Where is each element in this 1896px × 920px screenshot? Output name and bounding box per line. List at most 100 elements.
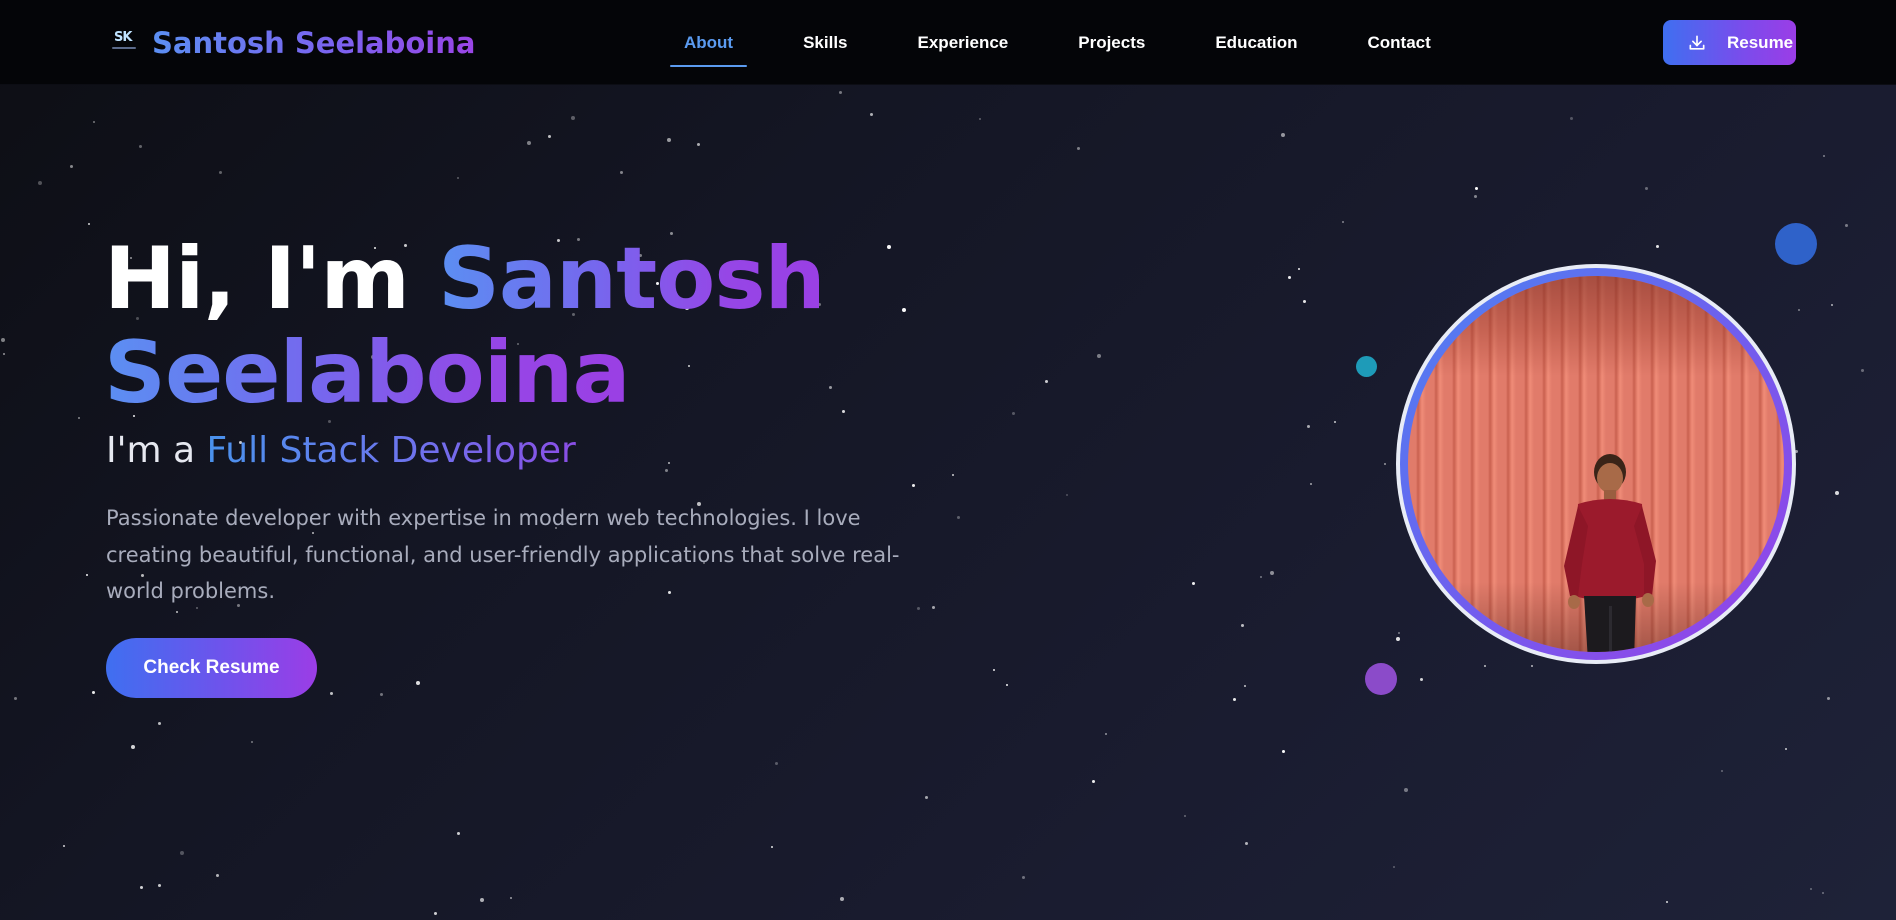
hero-sub-prefix: I'm a — [106, 430, 207, 471]
decorative-orb-teal — [1356, 356, 1377, 377]
decorative-orb-purple — [1365, 663, 1397, 695]
nav-link-education[interactable]: Education — [1201, 21, 1311, 65]
hero-first-name: Santosh — [437, 229, 826, 329]
star-dot — [1835, 491, 1839, 495]
star-dot — [480, 898, 484, 902]
brand-name: Santosh Seelaboina — [152, 26, 476, 60]
star-dot — [1823, 155, 1825, 157]
star-dot — [1798, 309, 1800, 311]
star-dot — [63, 845, 65, 847]
sk-logo-icon: SK — [110, 29, 138, 57]
star-dot — [697, 143, 700, 146]
star-dot — [1270, 571, 1274, 575]
star-dot — [840, 897, 844, 901]
star-dot — [78, 417, 80, 419]
star-dot — [1192, 582, 1195, 585]
star-dot — [912, 484, 915, 487]
star-dot — [620, 171, 623, 174]
star-dot — [1845, 224, 1848, 227]
star-dot — [1045, 380, 1048, 383]
nav-link-skills[interactable]: Skills — [789, 21, 861, 65]
star-dot — [1475, 187, 1478, 190]
star-dot — [70, 165, 73, 168]
nav-link-projects[interactable]: Projects — [1064, 21, 1159, 65]
star-dot — [1298, 268, 1300, 270]
star-dot — [1721, 770, 1723, 772]
star-dot — [1022, 876, 1025, 879]
star-dot — [510, 897, 512, 899]
profile-photo — [1408, 276, 1784, 652]
download-icon — [1689, 35, 1705, 50]
star-dot — [1066, 494, 1068, 496]
star-dot — [527, 141, 531, 145]
star-dot — [1281, 133, 1285, 137]
nav-link-contact[interactable]: Contact — [1354, 21, 1445, 65]
star-dot — [1, 338, 5, 342]
star-dot — [1006, 684, 1008, 686]
star-dot — [1827, 697, 1830, 700]
star-dot — [1184, 815, 1186, 817]
profile-photo-frame — [1396, 264, 1796, 664]
star-dot — [1785, 748, 1787, 750]
star-dot — [1420, 678, 1423, 681]
resume-button[interactable]: Resume — [1663, 20, 1796, 65]
star-dot — [1334, 421, 1336, 423]
star-dot — [952, 474, 954, 476]
star-dot — [775, 762, 778, 765]
nav-link-experience[interactable]: Experience — [904, 21, 1023, 65]
hero-role: Full Stack Developer — [206, 430, 576, 471]
star-dot — [1097, 354, 1101, 358]
star-dot — [1810, 888, 1812, 890]
star-dot — [667, 138, 671, 142]
star-dot — [1342, 221, 1344, 223]
star-dot — [771, 846, 773, 848]
star-dot — [416, 681, 420, 685]
star-dot — [979, 118, 981, 120]
star-dot — [1822, 892, 1824, 894]
star-dot — [92, 691, 95, 694]
star-dot — [1531, 665, 1533, 667]
star-dot — [1077, 147, 1080, 150]
star-dot — [1861, 369, 1864, 372]
star-dot — [957, 516, 960, 519]
star-dot — [1092, 780, 1095, 783]
star-dot — [839, 91, 842, 94]
hero-greeting: Hi, I'm — [104, 229, 438, 329]
star-dot — [1244, 685, 1246, 687]
nav-link-about[interactable]: About — [670, 21, 748, 67]
decorative-orb-blue — [1775, 223, 1817, 265]
star-dot — [330, 692, 333, 695]
person-figure — [1564, 454, 1656, 652]
star-dot — [1303, 300, 1306, 303]
star-dot — [139, 145, 142, 148]
star-dot — [1241, 624, 1244, 627]
star-dot — [86, 574, 88, 576]
star-dot — [3, 353, 5, 355]
star-dot — [457, 832, 460, 835]
star-dot — [870, 113, 873, 116]
star-dot — [1012, 412, 1015, 415]
star-dot — [434, 912, 437, 915]
nav-links: About Skills Experience Projects Educati… — [670, 0, 1487, 85]
star-dot — [1260, 576, 1262, 578]
star-dot — [457, 177, 459, 179]
star-dot — [14, 697, 17, 700]
hero-description: Passionate developer with expertise in m… — [106, 506, 900, 603]
star-dot — [1398, 632, 1400, 634]
star-dot — [158, 884, 161, 887]
star-dot — [1831, 304, 1833, 306]
check-resume-button[interactable]: Check Resume — [106, 638, 317, 698]
star-dot — [1474, 195, 1477, 198]
star-dot — [380, 693, 383, 696]
brand[interactable]: SK Santosh Seelaboina — [110, 26, 476, 60]
star-dot — [1656, 245, 1659, 248]
star-dot — [1105, 733, 1107, 735]
star-dot — [925, 796, 928, 799]
star-dot — [1645, 187, 1648, 190]
star-dot — [176, 611, 178, 613]
star-dot — [140, 886, 143, 889]
star-dot — [993, 669, 995, 671]
page: SK Santosh Seelaboina About Skills Exper… — [0, 0, 1896, 920]
star-dot — [1282, 750, 1285, 753]
hero-heading: Hi, I'm Santosh Seelaboina — [104, 232, 1004, 420]
